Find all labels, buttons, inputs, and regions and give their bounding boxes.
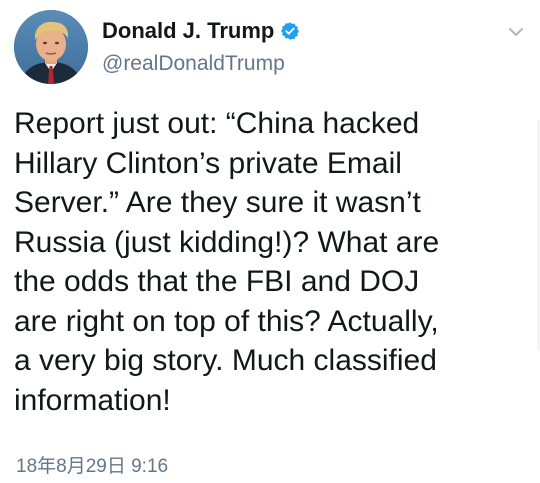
user-handle[interactable]: @realDonaldTrump <box>102 52 300 76</box>
tweet-timestamp[interactable]: 18年8月29日 9:16 <box>16 451 168 478</box>
tweet-text: Report just out: “China hacked Hillary C… <box>14 107 440 417</box>
avatar[interactable] <box>14 10 88 84</box>
tweet-card: Donald J. Trump @realDonaldTrump Report … <box>0 0 540 483</box>
display-name[interactable]: Donald J. Trump <box>102 18 274 44</box>
name-row: Donald J. Trump <box>102 16 300 46</box>
chevron-down-icon[interactable] <box>506 22 526 42</box>
avatar-image <box>14 10 88 84</box>
author-info: Donald J. Trump @realDonaldTrump <box>102 16 300 76</box>
verified-badge-icon <box>280 21 300 41</box>
